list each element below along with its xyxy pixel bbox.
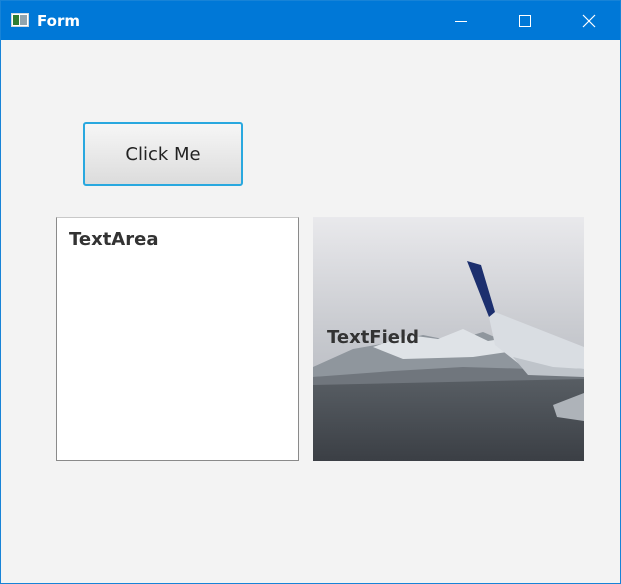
minimize-icon bbox=[455, 21, 467, 22]
minimize-button[interactable] bbox=[438, 1, 484, 40]
app-window: Form Click Me TextArea TextField bbox=[0, 0, 621, 584]
text-area[interactable]: TextArea bbox=[56, 217, 299, 461]
maximize-icon bbox=[519, 15, 531, 27]
app-window-icon bbox=[11, 13, 29, 27]
textfield-label: TextField bbox=[327, 327, 420, 348]
window-title: Form bbox=[37, 12, 80, 30]
textarea-label: TextArea bbox=[69, 229, 159, 250]
close-icon bbox=[582, 14, 596, 28]
close-button[interactable] bbox=[566, 1, 612, 40]
textfield-with-photo[interactable]: TextField bbox=[313, 217, 584, 461]
click-me-button[interactable]: Click Me bbox=[83, 122, 243, 186]
maximize-button[interactable] bbox=[502, 1, 548, 40]
title-bar[interactable]: Form bbox=[1, 1, 620, 40]
